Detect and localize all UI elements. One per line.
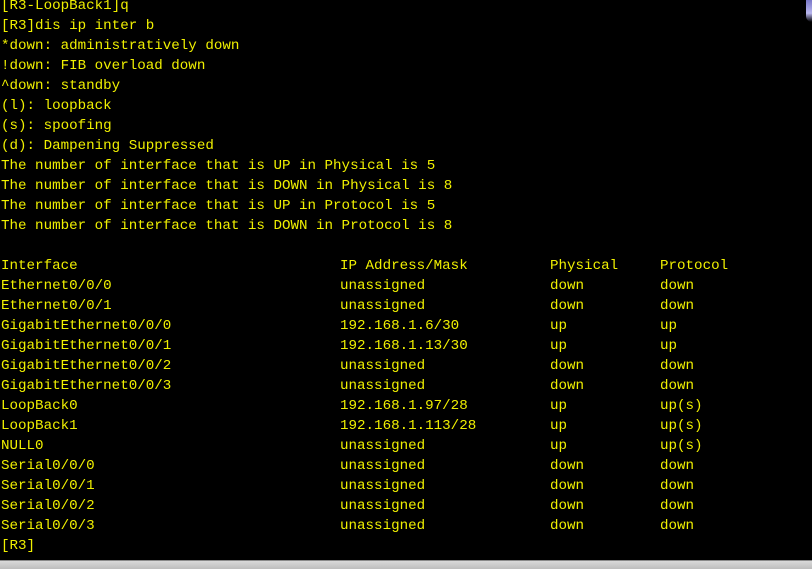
protocol-status-cell: down <box>660 298 695 314</box>
column-header-physical: Physical <box>550 258 619 274</box>
terminal-window[interactable]: [R3-LoopBack1]q [R3]dis ip inter b *down… <box>0 0 812 560</box>
protocol-status-cell: up(s) <box>660 438 703 454</box>
legend-line: ^down: standby <box>1 78 121 94</box>
ip-cell: unassigned <box>340 278 426 294</box>
legend-line: !down: FIB overload down <box>1 58 206 74</box>
ip-cell: unassigned <box>340 498 426 514</box>
interface-cell: LoopBack1 <box>1 418 78 434</box>
table-row: Serial0/0/1 unassigned down down <box>1 476 811 496</box>
physical-status-cell: up <box>550 418 568 434</box>
table-row: Ethernet0/0/0 unassigned down down <box>1 276 811 296</box>
ip-cell: unassigned <box>340 358 426 374</box>
final-prompt-line[interactable]: [R3] <box>1 536 811 556</box>
summary-line: The number of interface that is DOWN in … <box>1 178 453 194</box>
table-row: LoopBack0 192.168.1.97/28 up up(s) <box>1 396 811 416</box>
table-row: GigabitEthernet0/0/3 unassigned down down <box>1 376 811 396</box>
column-header-interface: Interface <box>1 258 78 274</box>
column-header-protocol: Protocol <box>660 258 729 274</box>
table-row: Serial0/0/2 unassigned down down <box>1 496 811 516</box>
protocol-status-cell: down <box>660 458 695 474</box>
ip-cell: 192.168.1.113/28 <box>340 418 477 434</box>
protocol-status-cell: down <box>660 498 695 514</box>
command-line: [R3]dis ip inter b <box>1 18 155 34</box>
interface-cell: Serial0/0/1 <box>1 478 95 494</box>
interface-cell: Ethernet0/0/0 <box>1 278 112 294</box>
table-row: NULL0 unassigned up up(s) <box>1 436 811 456</box>
column-header-ip: IP Address/Mask <box>340 258 468 274</box>
ip-cell: 192.168.1.6/30 <box>340 318 460 334</box>
physical-status-cell: down <box>550 378 585 394</box>
interface-cell: LoopBack0 <box>1 398 78 414</box>
legend-line: *down: administratively down <box>1 38 240 54</box>
interface-cell: NULL0 <box>1 438 44 454</box>
ip-cell: 192.168.1.13/30 <box>340 338 468 354</box>
legend-line: (d): Dampening Suppressed <box>1 138 214 154</box>
physical-status-cell: down <box>550 518 585 534</box>
table-row: Serial0/0/0 unassigned down down <box>1 456 811 476</box>
interface-cell: GigabitEthernet0/0/3 <box>1 378 172 394</box>
summary-line: The number of interface that is UP in Ph… <box>1 158 436 174</box>
physical-status-cell: down <box>550 278 585 294</box>
ip-cell: 192.168.1.97/28 <box>340 398 468 414</box>
table-row: GigabitEthernet0/0/0 192.168.1.6/30 up up <box>1 316 811 336</box>
physical-status-cell: up <box>550 318 568 334</box>
interface-cell: GigabitEthernet0/0/2 <box>1 358 172 374</box>
window-corner <box>806 0 812 22</box>
interface-cell: GigabitEthernet0/0/1 <box>1 338 172 354</box>
physical-status-cell: down <box>550 298 585 314</box>
ip-cell: unassigned <box>340 478 426 494</box>
interface-table: Ethernet0/0/0 unassigned down down Ethernet0… <box>1 276 811 536</box>
physical-status-cell: up <box>550 398 568 414</box>
physical-status-cell: down <box>550 478 585 494</box>
protocol-status-cell: down <box>660 358 695 374</box>
physical-status-cell: up <box>550 438 568 454</box>
legend-line: (l): loopback <box>1 98 112 114</box>
prompt-exit-line: [R3-LoopBack1]q <box>1 0 129 14</box>
ip-cell: unassigned <box>340 438 426 454</box>
table-header-row: Interface IP Address/Mask Physical Proto… <box>1 256 811 276</box>
protocol-status-cell: down <box>660 478 695 494</box>
physical-status-cell: down <box>550 458 585 474</box>
summary-line: The number of interface that is DOWN in … <box>1 218 453 234</box>
summary-line: The number of interface that is UP in Pr… <box>1 198 436 214</box>
ip-cell: unassigned <box>340 298 426 314</box>
legend-line: (s): spoofing <box>1 118 112 134</box>
table-row: LoopBack1 192.168.1.113/28 up up(s) <box>1 416 811 436</box>
physical-status-cell: down <box>550 358 585 374</box>
protocol-status-cell: up <box>660 318 678 334</box>
ip-cell: unassigned <box>340 378 426 394</box>
physical-status-cell: up <box>550 338 568 354</box>
table-row: Serial0/0/3 unassigned down down <box>1 516 811 536</box>
physical-status-cell: down <box>550 498 585 514</box>
horizontal-scrollbar[interactable] <box>0 560 812 569</box>
protocol-status-cell: down <box>660 518 695 534</box>
table-row: Ethernet0/0/1 unassigned down down <box>1 296 811 316</box>
protocol-status-cell: up <box>660 338 678 354</box>
table-row: GigabitEthernet0/0/1 192.168.1.13/30 up up <box>1 336 811 356</box>
ip-cell: unassigned <box>340 518 426 534</box>
interface-cell: GigabitEthernet0/0/0 <box>1 318 172 334</box>
protocol-status-cell: up(s) <box>660 418 703 434</box>
protocol-status-cell: up(s) <box>660 398 703 414</box>
interface-cell: Serial0/0/3 <box>1 518 95 534</box>
console-output: [R3-LoopBack1]q [R3]dis ip inter b *down… <box>1 0 811 556</box>
interface-cell: Serial0/0/0 <box>1 458 95 474</box>
protocol-status-cell: down <box>660 378 695 394</box>
table-row: GigabitEthernet0/0/2 unassigned down down <box>1 356 811 376</box>
ip-cell: unassigned <box>340 458 426 474</box>
interface-cell: Ethernet0/0/1 <box>1 298 112 314</box>
interface-cell: Serial0/0/2 <box>1 498 95 514</box>
protocol-status-cell: down <box>660 278 695 294</box>
